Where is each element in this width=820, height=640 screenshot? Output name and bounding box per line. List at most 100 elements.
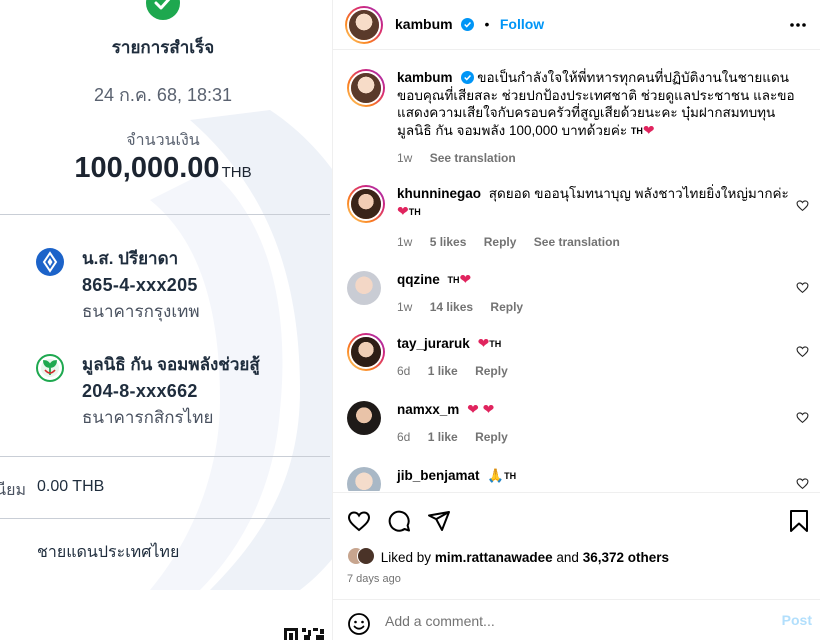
emoji-smiley-icon[interactable] — [347, 612, 371, 636]
comment-text: 🙏 — [487, 468, 505, 483]
like-comment-heart-icon[interactable] — [796, 281, 809, 294]
likes-summary: Liked by mim.rattanawadee and 36,372 oth… — [347, 547, 669, 567]
reply-button[interactable]: Reply — [475, 364, 508, 378]
add-comment-input[interactable] — [385, 609, 755, 633]
comment-likes[interactable]: 1 like — [428, 364, 458, 378]
slip-title: รายการสำเร็จ — [111, 38, 215, 57]
like-comment-heart-icon[interactable] — [796, 199, 809, 212]
post-time[interactable]: 7 days ago — [347, 573, 401, 585]
caption-text: ขอเป็นกำลังใจให้พี่ทหารทุกคนที่ปฏิบัติงา… — [397, 70, 795, 138]
comment-bubble-icon[interactable] — [387, 509, 411, 533]
red-heart-emoji-icon: ❤ — [459, 271, 472, 287]
red-heart-emoji-icon: ❤ — [477, 335, 490, 351]
reply-button[interactable]: Reply — [475, 430, 508, 444]
comment-username[interactable]: tay_juraruk — [397, 336, 470, 351]
amount-label: จำนวนเงิน — [126, 132, 200, 149]
share-send-icon[interactable] — [427, 509, 451, 533]
liker-avatar — [357, 547, 375, 565]
receiver-account-number: 204-8-xxx662 — [82, 381, 198, 401]
divider — [0, 518, 330, 519]
post-header: kambum • Follow — [333, 0, 820, 50]
amount-value: 100,000.00 — [74, 152, 220, 184]
reply-button[interactable]: Reply — [490, 300, 523, 314]
th-flag: TH — [504, 471, 517, 481]
slip-datetime: 24 ก.ค. 68, 18:31 — [93, 85, 233, 105]
reply-button[interactable]: Reply — [484, 235, 517, 249]
post-panel: kambum • Follow kambum ขอเป็นกำลังใจให้พ… — [333, 0, 820, 640]
kasikorn-bank-logo-icon — [36, 354, 64, 382]
commenter-avatar[interactable] — [347, 467, 381, 491]
more-options-icon[interactable] — [788, 15, 808, 35]
post-comment-button[interactable]: Post — [782, 612, 812, 628]
separator-dot: • — [484, 16, 490, 32]
follow-button[interactable]: Follow — [500, 16, 544, 32]
divider — [0, 456, 330, 457]
th-flag: TH — [630, 125, 643, 136]
author-avatar[interactable] — [345, 6, 383, 44]
author-username[interactable]: kambum — [395, 16, 453, 32]
comment-item: jib_benjamat 🙏TH — [347, 467, 809, 491]
comment-likes[interactable]: 14 likes — [430, 300, 473, 314]
receiver-bank: ธนาคารกสิกรไทย — [82, 408, 214, 427]
save-bookmark-icon[interactable] — [788, 509, 810, 533]
commenter-avatar[interactable] — [347, 185, 385, 223]
sender-name: น.ส. ปรียาดา — [82, 249, 179, 268]
success-check-icon — [146, 0, 180, 20]
transfer-slip: รายการสำเร็จ 24 ก.ค. 68, 18:31 จำนวนเงิน… — [0, 0, 333, 640]
th-flag: TH — [447, 275, 460, 285]
divider — [0, 214, 330, 215]
sender-account-number: 865-4-xxx205 — [82, 275, 198, 295]
comment-item: khunninegao สุดยอด ขออนุโมทนาบุญ พลังชาว… — [347, 185, 809, 249]
comment-time: 1w — [397, 235, 413, 249]
comment-likes[interactable]: 5 likes — [430, 235, 467, 249]
author-avatar[interactable] — [347, 69, 385, 107]
red-heart-emoji-icon: ❤ — [397, 202, 409, 219]
post-actions: Liked by mim.rattanawadee and 36,372 oth… — [333, 492, 820, 640]
fee-label: ธรรมเนียม — [0, 482, 26, 499]
bangkok-bank-logo-icon — [36, 248, 64, 276]
like-comment-heart-icon[interactable] — [796, 345, 809, 358]
qr-code-icon — [284, 628, 324, 640]
memo: ชายแดนประเทศไทย — [37, 544, 180, 561]
receiver-name: มูลนิธิ กัน จอมพลังช่วยสู้ — [82, 355, 260, 374]
see-translation-link[interactable]: See translation — [430, 151, 516, 165]
commenter-avatar[interactable] — [347, 401, 381, 435]
commenter-avatar[interactable] — [347, 271, 381, 305]
th-flag: TH — [489, 339, 502, 349]
caption-time: 1w — [397, 151, 413, 165]
like-comment-heart-icon[interactable] — [796, 477, 809, 490]
amount-currency: THB — [221, 164, 252, 181]
add-comment-bar: Post — [333, 599, 820, 640]
post-caption: kambum ขอเป็นกำลังใจให้พี่ทหารทุกคนที่ปฏ… — [347, 69, 809, 169]
comment-text: สุดยอด ขออนุโมทนาบุญ พลังชาวไทยยิ่งใหญ่ม… — [488, 186, 789, 201]
verified-badge-icon — [461, 18, 475, 31]
red-heart-emoji-icon: ❤ — [642, 121, 655, 138]
comment-username[interactable]: jib_benjamat — [397, 468, 480, 483]
red-heart-emoji-icon: ❤ — [482, 401, 495, 417]
liked-by-and: and — [556, 550, 579, 565]
comment-time: 6d — [397, 430, 411, 444]
comment-username[interactable]: khunninegao — [397, 186, 481, 201]
comments-list[interactable]: kambum ขอเป็นกำลังใจให้พี่ทหารทุกคนที่ปฏ… — [333, 51, 820, 491]
amount: 100,000.00 THB — [0, 152, 326, 185]
see-translation-link[interactable]: See translation — [534, 235, 620, 249]
comment-item: tay_juraruk ❤TH 6d 1 like Reply — [347, 333, 809, 381]
comment-likes[interactable]: 1 like — [428, 430, 458, 444]
caption-username[interactable]: kambum — [397, 70, 453, 85]
commenter-avatar[interactable] — [347, 333, 385, 371]
verified-badge-icon — [460, 71, 474, 84]
comment-item: namxx_m ❤ ❤ 6d 1 like Reply — [347, 401, 809, 447]
comment-username[interactable]: qqzine — [397, 272, 440, 287]
likes-count[interactable]: 36,372 others — [583, 550, 669, 565]
liked-by-prefix: Liked by — [380, 550, 432, 565]
comment-time: 1w — [397, 300, 413, 314]
comment-username[interactable]: namxx_m — [397, 402, 459, 417]
comment-time: 6d — [397, 364, 411, 378]
like-heart-icon[interactable] — [347, 509, 371, 533]
sender-bank: ธนาคารกรุงเทพ — [82, 302, 200, 321]
red-heart-emoji-icon: ❤ — [467, 401, 479, 417]
fee-value: 0.00 THB — [37, 478, 105, 495]
like-comment-heart-icon[interactable] — [796, 411, 809, 424]
liked-by-user[interactable]: mim.rattanawadee — [435, 550, 553, 565]
th-flag: TH — [408, 206, 421, 217]
